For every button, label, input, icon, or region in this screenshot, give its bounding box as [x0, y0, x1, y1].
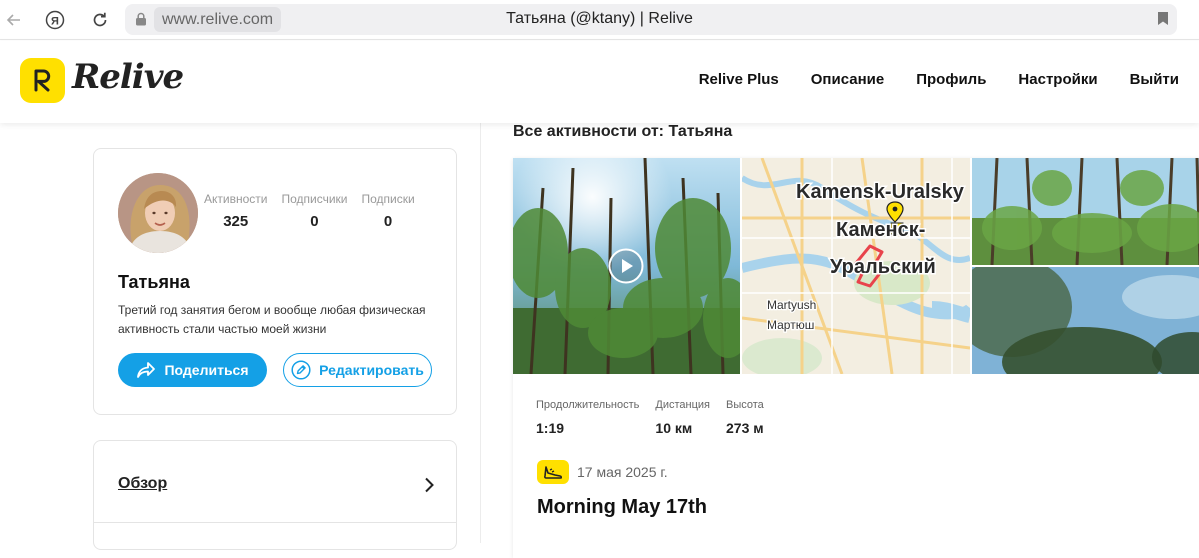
activity-feed: Все активности от: Татьяна Kamensk-Urals… — [482, 123, 1199, 558]
stat-following[interactable]: Подписки 0 — [361, 192, 414, 230]
profile-menu: Обзор — [93, 440, 457, 550]
activity-date: 17 мая 2025 г. — [577, 464, 668, 480]
back-arrow-icon[interactable] — [2, 8, 26, 32]
profile-stats: Активности 325 Подписчики 0 Подписки 0 — [204, 192, 429, 230]
stat-label: Подписчики — [281, 192, 348, 206]
share-arrow-icon — [137, 362, 156, 378]
relive-logo-icon[interactable] — [20, 58, 65, 103]
profile-card: Активности 325 Подписчики 0 Подписки 0 Т… — [93, 148, 457, 415]
activity-photo[interactable] — [972, 158, 1199, 265]
activity-card[interactable]: Kamensk-Uralsky Каменск- Уральский Marty… — [513, 158, 1199, 558]
running-shoe-icon — [537, 460, 569, 484]
map-label-village-ru: Мартюш — [767, 318, 814, 332]
nav-settings[interactable]: Настройки — [1018, 71, 1097, 88]
activity-date-row: 17 мая 2025 г. — [537, 460, 668, 484]
route-map[interactable]: Kamensk-Uralsky Каменск- Уральский Marty… — [742, 158, 970, 374]
share-button[interactable]: Поделиться — [118, 353, 267, 387]
map-label-city-en: Kamensk-Uralsky — [796, 181, 965, 203]
relive-logo-text[interactable]: Relive — [72, 57, 184, 97]
reload-icon[interactable] — [88, 8, 112, 32]
stat-value: 0 — [383, 213, 393, 230]
map-label-city-ru-1: Каменск- — [836, 219, 925, 241]
activity-title[interactable]: Morning May 17th — [537, 496, 707, 519]
edit-button-label: Редактировать — [319, 362, 424, 378]
metric-label: Дистанция — [655, 399, 711, 411]
feed-heading: Все активности от: Татьяна — [513, 123, 733, 140]
bookmark-icon[interactable] — [1157, 11, 1169, 26]
profile-name: Татьяна — [118, 272, 190, 292]
map-label-city-ru-2: Уральский — [830, 256, 936, 278]
activity-video-thumbnail[interactable] — [513, 158, 740, 374]
activity-photo[interactable] — [972, 267, 1199, 374]
menu-item-overview[interactable]: Обзор — [94, 441, 456, 523]
lock-icon — [136, 12, 146, 26]
metric-elevation: Высота 273 м — [726, 399, 764, 436]
main-nav: Relive Plus Описание Профиль Настройки В… — [699, 71, 1179, 88]
metric-value: 10 км — [655, 420, 693, 436]
stat-followers[interactable]: Подписчики 0 — [281, 192, 347, 230]
metric-duration: Продолжительность 1:19 — [536, 399, 639, 436]
avatar[interactable] — [118, 173, 198, 253]
svg-text:Я: Я — [51, 16, 59, 28]
metric-label: Продолжительность — [536, 399, 640, 411]
url-text[interactable]: www.relive.com — [154, 7, 282, 32]
metric-label: Высота — [726, 399, 764, 411]
nav-relive-plus[interactable]: Relive Plus — [699, 71, 779, 88]
yandex-icon[interactable]: Я — [43, 8, 67, 32]
pencil-icon — [291, 360, 311, 380]
chevron-right-icon — [425, 477, 434, 493]
site-header: Relive Relive Plus Описание Профиль Наст… — [0, 41, 1199, 123]
activity-metrics: Продолжительность 1:19 Дистанция 10 км В… — [536, 399, 764, 436]
metric-value: 1:19 — [536, 420, 565, 436]
play-icon[interactable] — [608, 248, 644, 284]
stat-value: 325 — [223, 213, 249, 230]
profile-column: Активности 325 Подписчики 0 Подписки 0 Т… — [0, 123, 481, 550]
nav-logout[interactable]: Выйти — [1130, 71, 1179, 88]
edit-profile-button[interactable]: Редактировать — [283, 353, 432, 387]
nav-description[interactable]: Описание — [811, 71, 884, 88]
profile-bio: Третий год занятия бегом и вообще любая … — [118, 303, 426, 336]
stat-label: Активности — [204, 192, 268, 206]
stat-value: 0 — [310, 213, 319, 230]
map-label-village-en: Martyush — [767, 298, 816, 312]
metric-distance: Дистанция 10 км — [655, 399, 710, 436]
menu-item-label: Обзор — [118, 475, 168, 492]
stat-activities[interactable]: Активности 325 — [204, 192, 267, 230]
share-button-label: Поделиться — [164, 362, 249, 378]
address-bar[interactable]: www.relive.com — [125, 4, 1177, 35]
stat-label: Подписки — [361, 192, 415, 206]
metric-value: 273 м — [726, 420, 764, 436]
browser-toolbar: Я www.relive.com Татьяна (@ktany) | Reli… — [0, 0, 1199, 40]
nav-profile[interactable]: Профиль — [916, 71, 986, 88]
